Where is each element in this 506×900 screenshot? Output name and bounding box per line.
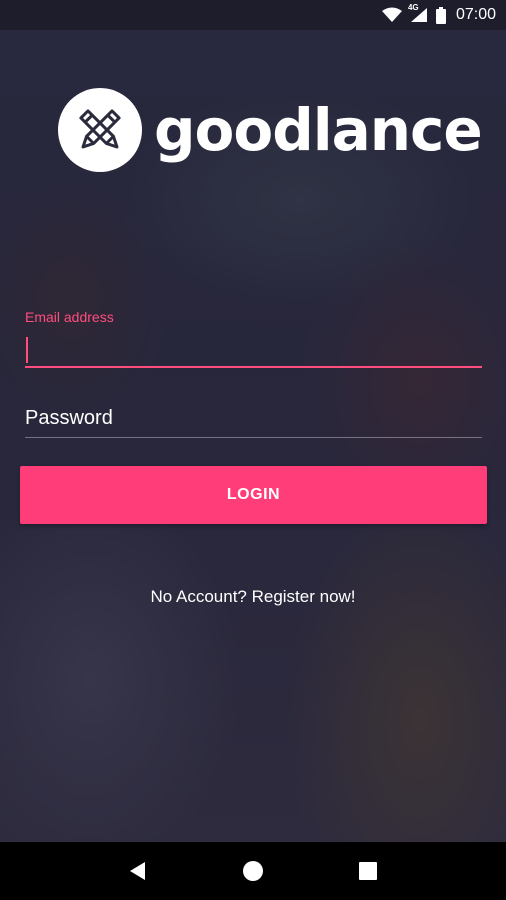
crossed-pencils-icon	[58, 88, 142, 172]
brand-name: goodlance	[154, 96, 483, 164]
text-cursor	[26, 337, 28, 363]
network-type-label: 4G	[407, 3, 419, 12]
wifi-icon	[381, 7, 402, 23]
home-icon[interactable]	[233, 851, 273, 891]
signal-icon: 4G	[408, 3, 428, 23]
email-field[interactable]	[25, 330, 482, 368]
recents-icon[interactable]	[348, 851, 388, 891]
register-link[interactable]: No Account? Register now!	[0, 587, 506, 607]
battery-icon	[435, 6, 446, 24]
email-field-label: Email address	[25, 309, 114, 325]
login-button[interactable]: LOGIN	[20, 466, 487, 524]
brand-logo: goodlance	[58, 88, 483, 172]
status-time: 07:00	[455, 6, 496, 23]
status-bar: 4G 07:00	[0, 0, 506, 30]
password-field[interactable]	[25, 400, 482, 438]
back-icon[interactable]	[118, 851, 158, 891]
login-screen: 4G 07:00 goodlance Email address LOGIN N…	[0, 0, 506, 900]
navigation-bar	[0, 842, 506, 900]
